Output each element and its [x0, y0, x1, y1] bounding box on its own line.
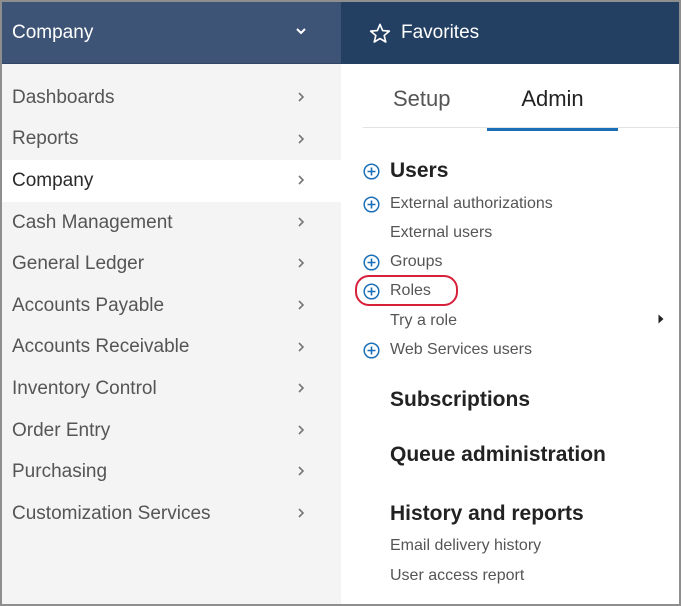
external-authorizations-link[interactable]: External authorizations — [390, 195, 553, 213]
menu-item-accounts-payable[interactable]: Accounts Payable — [2, 285, 341, 327]
tab-bar: Setup Admin — [363, 82, 679, 131]
star-icon — [369, 23, 391, 44]
chevron-right-icon — [298, 217, 305, 227]
module-menu: Dashboards Reports Company Cash Manageme… — [2, 77, 341, 535]
company-dropdown-label: Company — [12, 21, 94, 43]
menu-item-label: Accounts Payable — [12, 294, 165, 316]
history-and-reports-heading: History and reports — [390, 502, 584, 525]
chevron-right-icon — [298, 175, 305, 185]
plus-circle-icon[interactable] — [363, 162, 380, 180]
external-authorizations-row: External authorizations — [363, 195, 553, 213]
subscriptions-row: Subscriptions — [390, 388, 530, 412]
queue-administration-row: Queue administration — [390, 443, 606, 467]
menu-item-cash-management[interactable]: Cash Management — [2, 202, 341, 244]
menu-item-label: Order Entry — [12, 419, 111, 441]
groups-link[interactable]: Groups — [390, 253, 442, 271]
menu-item-label: Customization Services — [12, 502, 211, 524]
menu-item-label: Company — [12, 169, 94, 191]
caret-right-icon[interactable] — [657, 313, 665, 325]
menu-item-reports[interactable]: Reports — [2, 119, 341, 161]
menu-item-customization-services[interactable]: Customization Services — [2, 493, 341, 535]
user-access-report-link[interactable]: User access report — [390, 567, 524, 585]
plus-circle-icon[interactable] — [363, 341, 380, 359]
plus-circle-icon[interactable] — [363, 195, 380, 213]
company-submenu-panel: Favorites Setup Admin Users External aut… — [341, 2, 679, 604]
chevron-right-icon — [298, 508, 305, 518]
menu-item-label: Inventory Control — [12, 377, 157, 399]
menu-item-label: Reports — [12, 128, 79, 150]
web-services-users-link[interactable]: Web Services users — [390, 341, 532, 359]
favorites-button[interactable]: Favorites — [341, 2, 679, 64]
users-row: Users — [363, 159, 448, 183]
left-nav: Company Dashboards Reports Company Cash … — [2, 2, 341, 604]
menu-item-company[interactable]: Company — [2, 160, 341, 202]
queue-administration-link[interactable]: Queue administration — [390, 443, 606, 467]
favorites-label: Favorites — [401, 22, 480, 43]
menu-item-dashboards[interactable]: Dashboards — [2, 77, 341, 119]
chevron-right-icon — [298, 92, 305, 102]
chevron-right-icon — [298, 425, 305, 435]
menu-item-order-entry[interactable]: Order Entry — [2, 410, 341, 452]
menu-item-inventory-control[interactable]: Inventory Control — [2, 368, 341, 410]
chevron-right-icon — [298, 300, 305, 310]
users-link[interactable]: Users — [390, 159, 448, 183]
external-users-link[interactable]: External users — [390, 224, 492, 242]
tab-admin[interactable]: Admin — [487, 86, 618, 131]
chevron-right-icon — [298, 383, 305, 393]
roles-row: Roles — [363, 282, 431, 300]
subscriptions-link[interactable]: Subscriptions — [390, 388, 530, 412]
roles-link[interactable]: Roles — [390, 282, 431, 300]
menu-item-label: Purchasing — [12, 461, 108, 483]
chevron-right-icon — [298, 341, 305, 352]
email-delivery-history-link[interactable]: Email delivery history — [390, 537, 541, 555]
tab-setup[interactable]: Setup — [393, 86, 451, 128]
history-and-reports-row: History and reports — [390, 502, 584, 526]
web-services-users-row: Web Services users — [363, 341, 532, 359]
company-dropdown[interactable]: Company — [2, 2, 341, 64]
menu-item-label: Dashboards — [12, 86, 115, 108]
menu-item-label: Cash Management — [12, 211, 173, 233]
plus-circle-icon[interactable] — [363, 282, 380, 300]
menu-item-label: Accounts Receivable — [12, 336, 190, 358]
chevron-down-icon — [296, 28, 306, 35]
chevron-right-icon — [298, 134, 305, 144]
plus-circle-icon[interactable] — [363, 253, 380, 271]
groups-row: Groups — [363, 253, 442, 271]
try-a-role-link[interactable]: Try a role — [390, 312, 457, 330]
menu-item-general-ledger[interactable]: General Ledger — [2, 243, 341, 285]
menu-item-label: General Ledger — [12, 253, 145, 275]
menu-item-accounts-receivable[interactable]: Accounts Receivable — [2, 327, 341, 369]
email-delivery-history-row: Email delivery history — [390, 537, 541, 555]
try-a-role-row: Try a role — [390, 312, 457, 330]
user-access-report-row: User access report — [390, 567, 524, 585]
app-frame: Company Dashboards Reports Company Cash … — [0, 0, 681, 606]
chevron-right-icon — [298, 466, 305, 476]
chevron-right-icon — [298, 258, 305, 268]
menu-item-purchasing[interactable]: Purchasing — [2, 451, 341, 493]
external-users-row: External users — [390, 224, 492, 242]
